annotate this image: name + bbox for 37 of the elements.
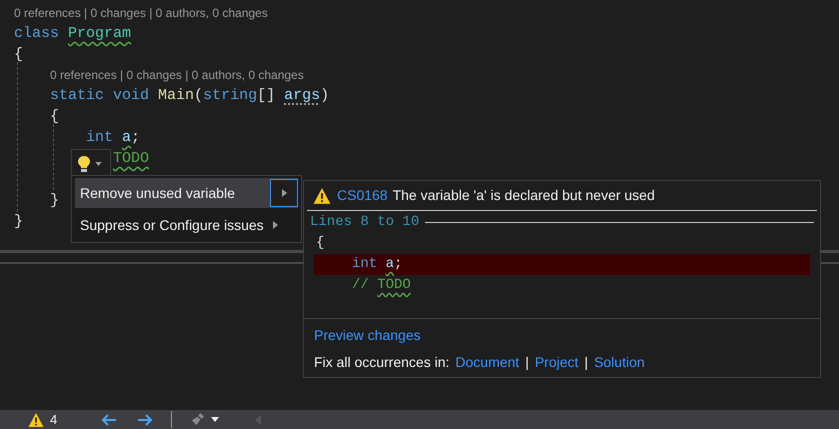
- caret-icon[interactable]: [211, 417, 220, 422]
- submenu-arrow-icon: [273, 221, 278, 229]
- warnings-button[interactable]: 4: [28, 410, 58, 429]
- menu-item[interactable]: Remove unused variable: [75, 178, 298, 208]
- separator: |: [525, 353, 529, 372]
- code-line: int a;: [86, 128, 140, 148]
- code-line: {: [50, 107, 60, 127]
- code-line: class Program: [14, 24, 132, 44]
- codelens-info[interactable]: 0 references | 0 changes | 0 authors, 0 changes: [50, 66, 304, 84]
- caret-icon: [95, 162, 102, 166]
- code-line: }: [50, 191, 60, 211]
- brush-icon[interactable]: [190, 412, 206, 427]
- preview-changes-link[interactable]: Preview changes: [314, 325, 421, 346]
- scope-link[interactable]: Document: [455, 352, 520, 373]
- code-line: {: [316, 234, 324, 253]
- scope-link[interactable]: Project: [534, 352, 578, 373]
- removed-code-line: int a;: [352, 255, 402, 274]
- code-line: TODO: [113, 149, 150, 169]
- back-arrow-icon[interactable]: [101, 414, 118, 426]
- code-line: {: [14, 45, 24, 65]
- submenu-arrow-icon: [282, 189, 286, 197]
- menu-item[interactable]: Suppress or Configure issues: [75, 210, 298, 240]
- code-line: static void Main(string[] args): [50, 86, 330, 106]
- code-line: }: [14, 212, 24, 232]
- separator: |: [584, 353, 588, 372]
- forward-arrow-icon[interactable]: [137, 414, 154, 426]
- diagnostic-message: The variable 'a' is declared but never used: [392, 186, 655, 205]
- diagnostic-code-link[interactable]: CS0168: [337, 185, 388, 206]
- line-range-label: Lines 8 to 10: [310, 212, 420, 232]
- scope-link[interactable]: Solution: [594, 352, 645, 373]
- warning-icon: [313, 186, 331, 204]
- code-line: // TODO: [352, 276, 411, 295]
- warning-icon: [28, 412, 44, 428]
- lightbulb-icon: [77, 155, 91, 173]
- fix-all-label: Fix all occurrences in:: [314, 353, 450, 372]
- codelens-info[interactable]: 0 references | 0 changes | 0 authors, 0 changes: [14, 4, 268, 22]
- submenu-arrow[interactable]: [272, 219, 280, 231]
